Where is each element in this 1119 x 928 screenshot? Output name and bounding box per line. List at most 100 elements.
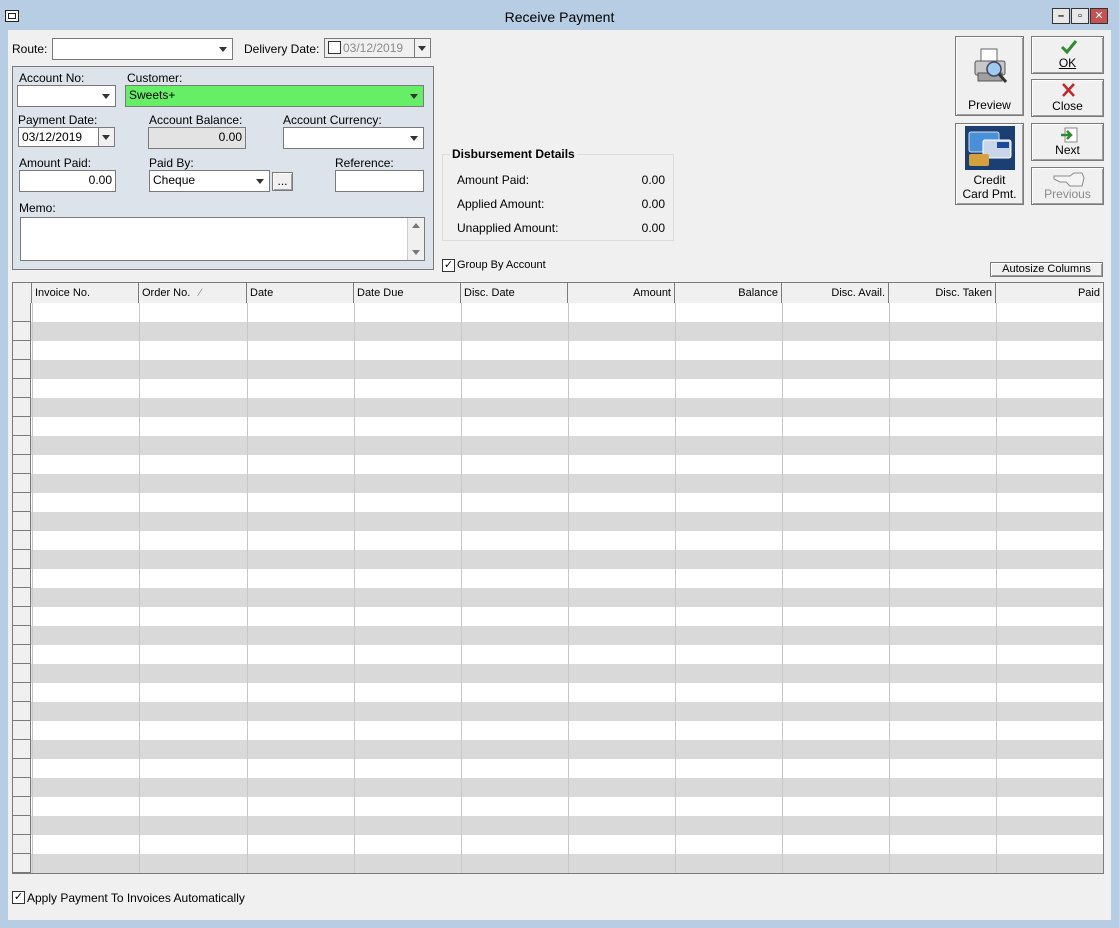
- row-selector[interactable]: [13, 398, 31, 417]
- row-selector[interactable]: [13, 360, 31, 379]
- close-window-button[interactable]: ✕: [1090, 8, 1108, 24]
- table-row[interactable]: [13, 360, 1103, 379]
- row-selector[interactable]: [13, 740, 31, 759]
- maximize-button[interactable]: ▫: [1071, 8, 1089, 24]
- table-row[interactable]: [13, 854, 1103, 873]
- table-row[interactable]: [13, 322, 1103, 341]
- row-selector[interactable]: [13, 493, 31, 512]
- column-header-disc-taken[interactable]: Disc. Taken: [889, 283, 996, 303]
- row-selector[interactable]: [13, 550, 31, 569]
- table-row[interactable]: [13, 493, 1103, 512]
- payment-date-picker[interactable]: 03/12/2019: [18, 127, 115, 147]
- account-no-dropdown[interactable]: [17, 85, 116, 107]
- table-row[interactable]: [13, 797, 1103, 816]
- table-row[interactable]: [13, 341, 1103, 360]
- memo-textarea[interactable]: [20, 217, 425, 261]
- minimize-button[interactable]: –: [1052, 8, 1070, 24]
- table-row[interactable]: [13, 721, 1103, 740]
- delivery-date-picker[interactable]: 03/12/2019: [324, 38, 431, 58]
- table-row[interactable]: [13, 626, 1103, 645]
- row-selector[interactable]: [13, 626, 31, 645]
- row-selector[interactable]: [13, 835, 31, 854]
- table-row[interactable]: [13, 550, 1103, 569]
- scroll-down-icon[interactable]: [412, 250, 420, 255]
- group-by-account-checkbox[interactable]: ✓: [442, 259, 455, 272]
- row-selector[interactable]: [13, 531, 31, 550]
- table-row[interactable]: [13, 740, 1103, 759]
- table-row[interactable]: [13, 512, 1103, 531]
- amount-paid-input[interactable]: 0.00: [19, 170, 116, 192]
- row-selector[interactable]: [13, 474, 31, 493]
- autosize-columns-button[interactable]: Autosize Columns: [990, 262, 1103, 277]
- preview-button[interactable]: Preview: [955, 36, 1024, 116]
- row-selector[interactable]: [13, 379, 31, 398]
- apply-automatically-checkbox[interactable]: ✓: [12, 891, 25, 904]
- credit-card-payment-button[interactable]: Credit Card Pmt.: [955, 123, 1024, 205]
- row-selector[interactable]: [13, 721, 31, 740]
- table-row[interactable]: [13, 379, 1103, 398]
- table-row[interactable]: [13, 702, 1103, 721]
- row-selector[interactable]: [13, 854, 31, 873]
- memo-scrollbar[interactable]: [407, 218, 424, 260]
- table-row[interactable]: [13, 759, 1103, 778]
- paid-by-dropdown[interactable]: Cheque: [149, 170, 270, 192]
- row-selector[interactable]: [13, 778, 31, 797]
- row-selector[interactable]: [13, 797, 31, 816]
- ok-button[interactable]: OK: [1031, 36, 1104, 74]
- row-selector[interactable]: [13, 816, 31, 835]
- table-row[interactable]: [13, 569, 1103, 588]
- payment-date-dropdown-button[interactable]: [98, 128, 114, 146]
- table-row[interactable]: [13, 455, 1103, 474]
- column-header-date-due[interactable]: Date Due: [354, 283, 461, 303]
- column-header-disc-avail[interactable]: Disc. Avail.: [782, 283, 889, 303]
- row-selector[interactable]: [13, 702, 31, 721]
- row-selector[interactable]: [13, 303, 31, 322]
- table-row[interactable]: [13, 683, 1103, 702]
- row-selector[interactable]: [13, 664, 31, 683]
- table-row[interactable]: [13, 588, 1103, 607]
- row-selector[interactable]: [13, 645, 31, 664]
- customer-dropdown[interactable]: Sweets+: [125, 85, 424, 107]
- column-header-amount[interactable]: Amount: [568, 283, 675, 303]
- column-header-balance[interactable]: Balance: [675, 283, 782, 303]
- table-row[interactable]: [13, 531, 1103, 550]
- close-button[interactable]: Close: [1031, 79, 1104, 117]
- table-row[interactable]: [13, 398, 1103, 417]
- paid-by-browse-button[interactable]: ...: [272, 172, 293, 191]
- table-row[interactable]: [13, 607, 1103, 626]
- row-selector[interactable]: [13, 455, 31, 474]
- next-button[interactable]: Next: [1031, 123, 1104, 161]
- previous-button[interactable]: Previous: [1031, 167, 1104, 205]
- grid-corner[interactable]: [13, 283, 32, 303]
- table-row[interactable]: [13, 436, 1103, 455]
- route-dropdown[interactable]: [52, 38, 233, 60]
- row-selector[interactable]: [13, 588, 31, 607]
- invoice-grid[interactable]: Invoice No. Order No. ⁄ Date Date Due Di…: [12, 282, 1104, 874]
- delivery-date-dropdown-button[interactable]: [414, 39, 430, 57]
- table-row[interactable]: [13, 417, 1103, 436]
- row-selector[interactable]: [13, 322, 31, 341]
- table-row[interactable]: [13, 474, 1103, 493]
- delivery-date-checkbox[interactable]: [328, 41, 341, 54]
- scroll-up-icon[interactable]: [412, 223, 420, 228]
- reference-input[interactable]: [335, 170, 424, 192]
- row-selector[interactable]: [13, 569, 31, 588]
- table-row[interactable]: [13, 778, 1103, 797]
- column-header-date[interactable]: Date: [247, 283, 354, 303]
- row-selector[interactable]: [13, 683, 31, 702]
- table-row[interactable]: [13, 303, 1103, 322]
- table-row[interactable]: [13, 835, 1103, 854]
- table-row[interactable]: [13, 664, 1103, 683]
- table-row[interactable]: [13, 816, 1103, 835]
- row-selector[interactable]: [13, 436, 31, 455]
- row-selector[interactable]: [13, 341, 31, 360]
- column-header-paid[interactable]: Paid: [996, 283, 1103, 303]
- column-header-order-no[interactable]: Order No. ⁄: [139, 283, 247, 303]
- column-header-invoice-no[interactable]: Invoice No.: [32, 283, 139, 303]
- row-selector[interactable]: [13, 607, 31, 626]
- column-header-disc-date[interactable]: Disc. Date: [461, 283, 568, 303]
- account-currency-dropdown[interactable]: [283, 127, 424, 149]
- row-selector[interactable]: [13, 759, 31, 778]
- row-selector[interactable]: [13, 512, 31, 531]
- table-row[interactable]: [13, 645, 1103, 664]
